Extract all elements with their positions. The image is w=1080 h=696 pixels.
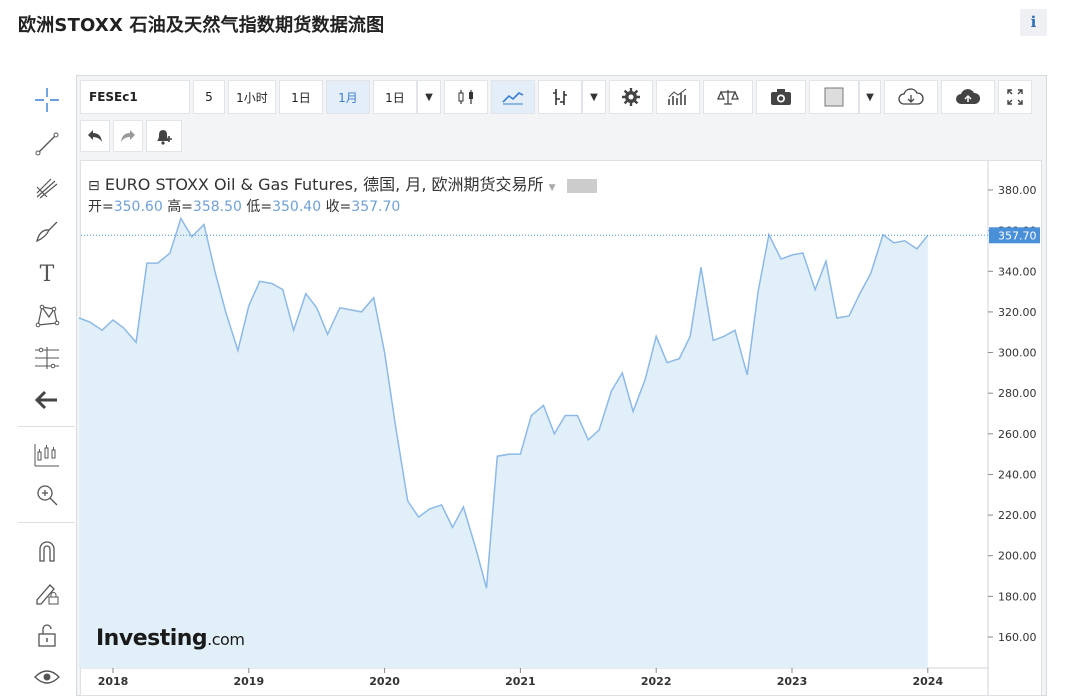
y-tick-label: 380.00	[998, 184, 1037, 197]
x-tick-label: 2024	[912, 675, 943, 688]
open-value: 350.60	[113, 199, 163, 215]
y-tick-label: 320.00	[998, 306, 1037, 319]
x-tick-label: 2019	[233, 675, 264, 688]
collapse-legend-icon[interactable]: ⊟	[88, 178, 100, 194]
y-tick-label: 300.00	[998, 347, 1037, 360]
legend-title: ⊟ EURO STOXX Oil & Gas Futures, 德国, 月, 欧…	[88, 171, 597, 195]
y-tick-label: 260.00	[998, 428, 1037, 441]
investing-logo: Investing.com	[96, 626, 245, 651]
x-tick-label: 2020	[369, 675, 400, 688]
y-tick-label: 180.00	[998, 590, 1037, 603]
high-value: 358.50	[192, 199, 242, 215]
x-tick-label: 2023	[777, 675, 808, 688]
ohlc-values: 开=350.60 高=358.50 低=350.40 收=357.70	[88, 196, 400, 216]
logo-brand: Investing	[96, 626, 208, 651]
price-chart[interactable]: 160.00 180.00 200.00 220.00 240.00 260.00 280.…	[0, 0, 1080, 696]
y-tick-label: 280.00	[998, 387, 1037, 400]
close-label: 收=	[325, 199, 352, 215]
logo-suffix: .com	[207, 630, 245, 649]
y-tick-label: 240.00	[998, 468, 1037, 481]
last-price-label: 357.70	[998, 229, 1037, 242]
x-tick-label: 2018	[98, 675, 129, 688]
legend-caret-icon[interactable]: ▼	[549, 183, 556, 193]
low-value: 350.40	[272, 199, 322, 215]
y-tick-label: 340.00	[998, 265, 1037, 278]
area-fill	[79, 218, 928, 668]
legend-settings-icon[interactable]	[566, 178, 597, 193]
x-tick-label: 2022	[641, 675, 672, 688]
x-tick-label: 2021	[505, 675, 536, 688]
y-tick-label: 200.00	[998, 550, 1037, 563]
open-label: 开=	[88, 199, 114, 215]
y-tick-label: 220.00	[998, 509, 1037, 522]
y-tick-label: 160.00	[998, 631, 1037, 644]
close-value: 357.70	[351, 199, 401, 215]
instrument-name: EURO STOXX Oil & Gas Futures, 德国, 月, 欧洲期…	[104, 175, 544, 194]
high-label: 高=	[167, 199, 193, 215]
low-label: 低=	[246, 199, 273, 215]
